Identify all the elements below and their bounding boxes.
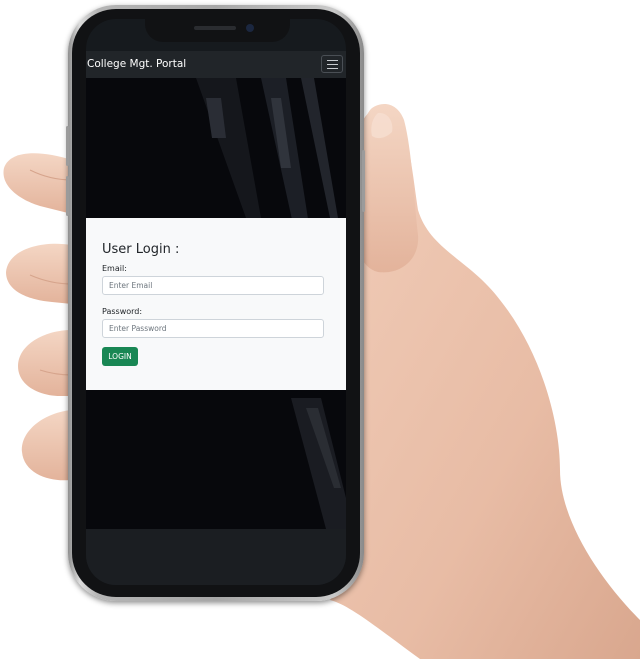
front-camera [246,24,254,32]
phone-screen: College Mgt. Portal User Login : Email: … [86,19,346,585]
navbar-brand[interactable]: College Mgt. Portal [87,56,186,72]
menu-bar [327,60,338,61]
password-field[interactable] [102,319,324,338]
password-label: Password: [102,307,143,316]
power-button [362,150,365,212]
volume-button [66,126,69,166]
email-label: Email: [102,264,127,273]
menu-bar [327,68,338,69]
volume-button [66,176,69,216]
email-field[interactable] [102,276,324,295]
login-button[interactable]: LOGIN [102,347,138,366]
menu-bar [327,64,338,65]
login-title: User Login : [102,242,180,257]
login-card: User Login : Email: Password: LOGIN [86,218,346,390]
navbar: College Mgt. Portal [86,51,346,78]
screen-footer-area [86,529,346,585]
hamburger-menu-icon[interactable] [321,55,343,73]
speaker-grille [194,26,236,30]
